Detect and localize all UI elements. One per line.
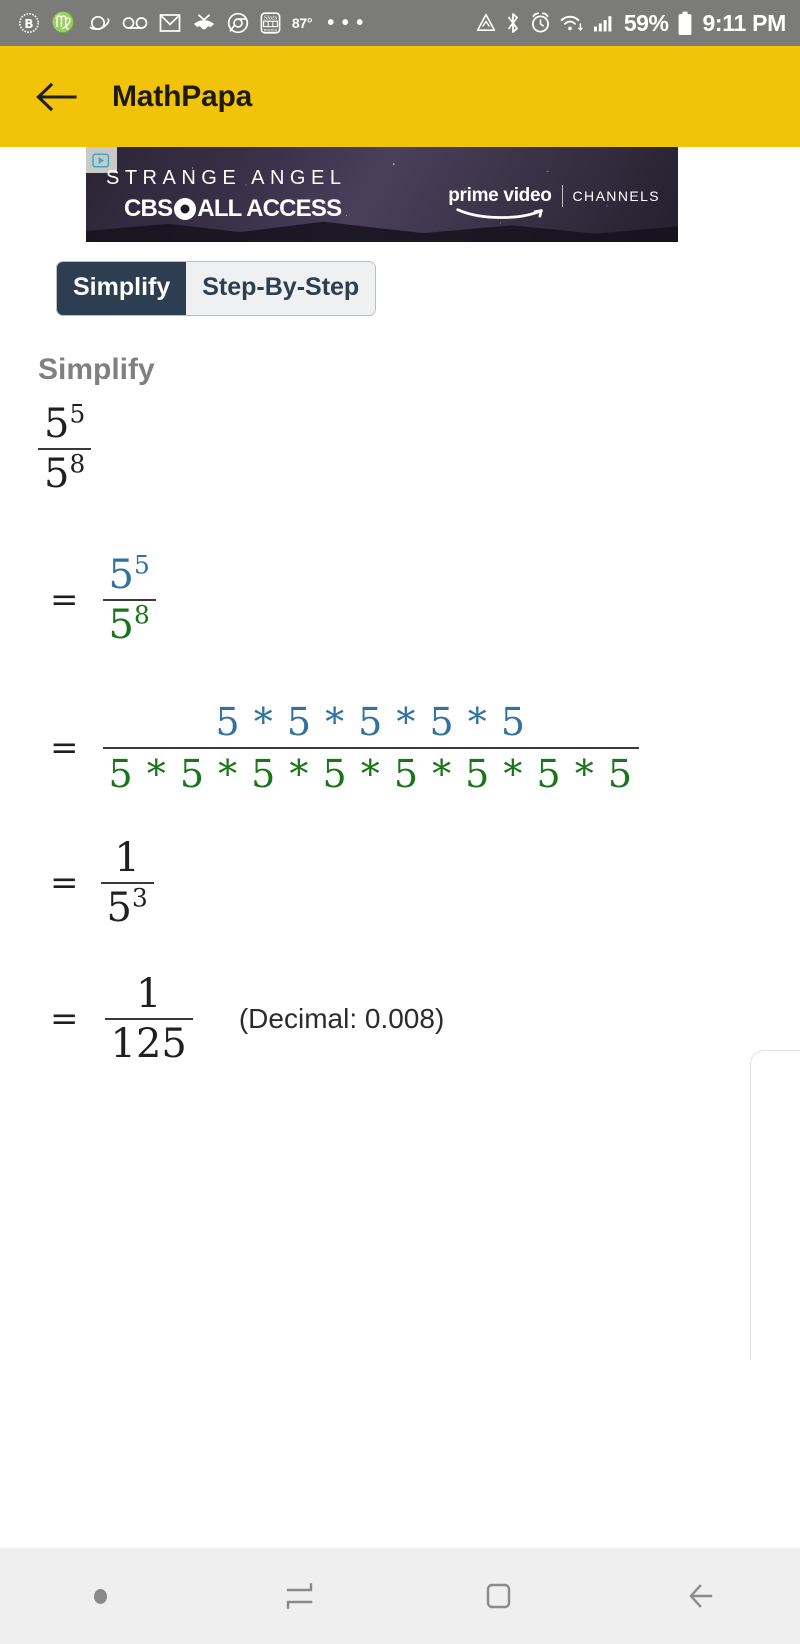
fraction-denominator: 58 (108, 600, 150, 648)
bitmoji-icon: B (18, 9, 40, 37)
fraction-numerator: 55 (44, 399, 86, 447)
fraction-denominator: 125 (110, 1021, 187, 1067)
system-navigation-bar (0, 1548, 800, 1644)
alarm-icon (530, 9, 551, 37)
mode-tab-group: Simplify Step-By-Step (56, 261, 377, 316)
battery-icon (677, 9, 693, 37)
decimal-equivalent-note: (Decimal: 0.008) (238, 1003, 445, 1034)
cellular-signal-icon (593, 9, 615, 37)
step-original-expression: 55 58 (38, 399, 92, 497)
tab-step-by-step[interactable]: Step-By-Step (186, 262, 376, 315)
ad-network-name: CBS (124, 195, 173, 222)
chrome-icon (227, 9, 249, 37)
status-bar-left-icons: B ♍ Slots mania 87° • • • (18, 9, 368, 37)
ad-provider-name: prime video (448, 185, 552, 206)
wifi-icon (560, 9, 584, 37)
recents-icon (280, 1576, 320, 1616)
ad-headline: STRANGE ANGEL (106, 167, 347, 189)
fraction-numerator: 55 (108, 550, 150, 598)
cbs-eye-icon (174, 198, 197, 220)
fraction-numerator: 1 (135, 971, 162, 1017)
content-area: STRANGE ANGEL CBS ALL ACCESS prime video… (0, 147, 800, 1475)
fraction-denominator: 58 (44, 449, 86, 497)
fraction: 1 53 (100, 835, 154, 931)
ad-network-logo: CBS ALL ACCESS (124, 195, 342, 223)
equals-sign: = (50, 999, 79, 1039)
fraction-denominator: 53 (106, 883, 148, 931)
fraction: 1 125 (104, 971, 193, 1067)
back-icon (680, 1576, 720, 1616)
equals-sign: = (50, 728, 79, 768)
battery-percentage: 59% (623, 9, 669, 36)
section-heading: Simplify (38, 353, 155, 386)
status-bar-right-icons: 59% 9:11 PM (476, 9, 786, 37)
svg-text:B: B (24, 17, 33, 31)
fraction-numerator: 5 * 5 * 5 * 5 * 5 (215, 700, 527, 744)
slot-machine-icon: Slots mania (260, 9, 281, 37)
ad-provider-logo: prime video CHANNELS (448, 185, 660, 219)
nav-home-button[interactable] (400, 1548, 600, 1644)
prime-video-wordmark: prime video (448, 185, 552, 219)
gmail-icon (159, 9, 181, 37)
back-button[interactable] (30, 71, 82, 123)
ad-logo-divider (561, 185, 563, 207)
voicemail-icon (122, 9, 148, 37)
app-title: MathPapa (112, 79, 253, 113)
home-icon (480, 1576, 520, 1616)
svg-text:mania: mania (264, 28, 278, 33)
nav-back-button[interactable] (600, 1548, 800, 1644)
nav-dot-indicator[interactable] (0, 1548, 200, 1644)
equals-sign: = (50, 580, 79, 620)
fraction: 5 * 5 * 5 * 5 * 5 5 * 5 * 5 * 5 * 5 * 5 … (102, 700, 640, 796)
virgo-zodiac-icon: ♍ (51, 12, 76, 34)
status-overflow-dots: • • • (327, 11, 365, 34)
nav-recents-button[interactable] (200, 1548, 400, 1644)
clock-time: 9:11 PM (702, 9, 786, 36)
tab-simplify[interactable]: Simplify (57, 262, 187, 315)
data-saver-icon (476, 9, 496, 37)
missed-call-icon (192, 9, 216, 37)
step-colored-expression: = 55 58 (50, 550, 156, 648)
app-bar: MathPapa (0, 46, 800, 147)
fraction-numerator: 1 (114, 835, 140, 881)
advertisement-banner[interactable]: STRANGE ANGEL CBS ALL ACCESS prime video… (86, 147, 678, 242)
panel-edge-decoration (750, 1050, 800, 1360)
saturn-planet-icon (87, 9, 111, 37)
fraction-denominator: 5 * 5 * 5 * 5 * 5 * 5 * 5 * 5 (108, 752, 634, 796)
bluetooth-icon (505, 9, 521, 37)
fraction: 55 58 (102, 550, 156, 648)
status-bar: B ♍ Slots mania 87° • • • 59% 9:11 PM (0, 0, 800, 46)
ad-provider-suffix: CHANNELS (572, 188, 660, 204)
step-expanded-expression: = 5 * 5 * 5 * 5 * 5 5 * 5 * 5 * 5 * 5 * … (50, 700, 640, 796)
step-reduced-power-expression: = 1 53 (50, 837, 154, 929)
fraction: 55 58 (38, 399, 92, 497)
ad-network-suffix: ALL ACCESS (197, 195, 342, 222)
step-final-expression: = 1 125 (Decimal: 0.008) (50, 973, 444, 1065)
equals-sign: = (50, 863, 79, 903)
temperature-indicator: 87° (291, 15, 313, 31)
dot-icon (93, 1588, 107, 1604)
